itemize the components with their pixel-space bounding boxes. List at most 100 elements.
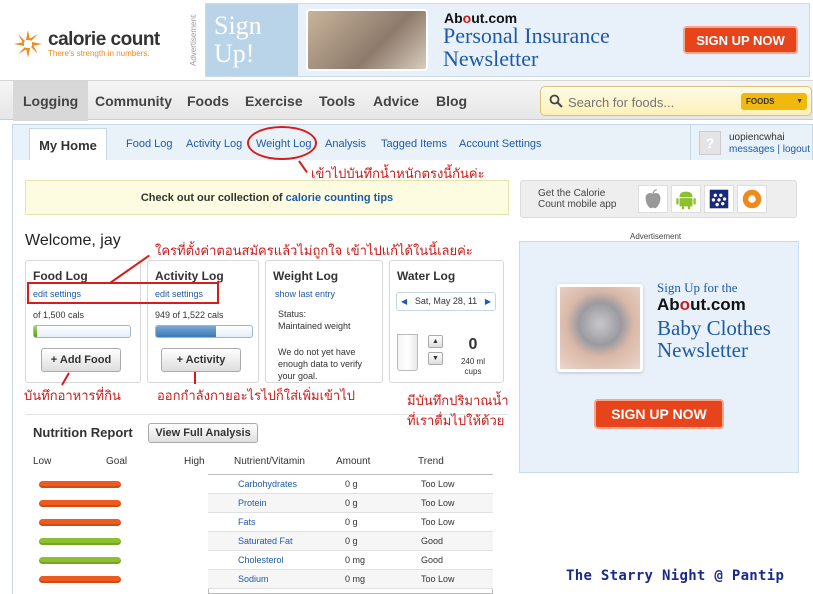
annotation-activity-line xyxy=(194,372,196,384)
calorie-tips-link[interactable]: calorie counting tips xyxy=(286,192,394,204)
nutrient-link[interactable]: Protein xyxy=(238,498,267,508)
nutrient-amount: 0 g xyxy=(345,536,358,546)
annotation-food: บันทึกอาหารที่กิน xyxy=(24,389,121,404)
nutrient-trend: Too Low xyxy=(421,517,455,527)
logo-burst-icon xyxy=(14,30,42,58)
water-date-picker: ◀ Sat, May 28, 11 ▶ xyxy=(396,292,496,311)
mobile-app-promo: Get the Calorie Count mobile app xyxy=(520,180,797,218)
nutrition-bars xyxy=(33,474,209,594)
weight-status-label: Status: xyxy=(278,309,307,319)
tab-activity-log[interactable]: Activity Log xyxy=(186,138,242,150)
logout-link[interactable]: logout xyxy=(783,144,810,155)
chevron-right-icon[interactable]: ▶ xyxy=(485,293,491,310)
tips-banner: Check out our collection of calorie coun… xyxy=(25,180,509,215)
site-header: calorie count There's strength in number… xyxy=(0,0,813,80)
right-ad-signup-button[interactable]: SIGN UP NOW xyxy=(594,399,724,429)
nutrient-link[interactable]: Sodium xyxy=(238,574,269,584)
view-full-analysis-button[interactable]: View Full Analysis xyxy=(148,423,258,443)
watermark: The Starry Night @ Pantip xyxy=(566,568,785,584)
nav-exercise[interactable]: Exercise xyxy=(245,81,303,121)
ad-headline: Personal Insurance Newsletter xyxy=(443,23,610,71)
nutrient-level-bar xyxy=(39,557,121,564)
chevron-left-icon[interactable]: ◀ xyxy=(401,293,407,310)
nutrient-level-bar xyxy=(39,538,121,545)
nutrient-trend: Too Low xyxy=(421,498,455,508)
annotation-activity: ออกกำลังกายอะไรไปก็ใส่เพิ่มเข้าไป xyxy=(157,389,356,404)
water-unit: 240 ml cups xyxy=(460,357,485,376)
nutrient-link[interactable]: Cholesterol xyxy=(238,555,284,565)
ad-sign-up-text: Sign Up for the xyxy=(657,280,738,295)
water-log-title: Water Log xyxy=(397,269,456,283)
ad-signup-button[interactable]: SIGN UP NOW xyxy=(683,26,798,54)
search-icon[interactable] xyxy=(549,94,563,108)
nav-blog[interactable]: Blog xyxy=(436,81,467,121)
chevron-down-icon: ▼ xyxy=(796,98,803,105)
water-increase-button[interactable]: ▲ xyxy=(428,335,443,348)
table-row: Carbohydrates 0 g Too Low xyxy=(208,475,493,494)
add-food-button[interactable]: + Add Food xyxy=(41,348,121,372)
ad-about-logo: About.com xyxy=(657,295,746,314)
weight-note-2: enough data to verify xyxy=(278,359,363,369)
user-name[interactable]: uopiencwhai xyxy=(729,132,785,143)
add-activity-button[interactable]: + Activity xyxy=(161,348,241,372)
apple-icon[interactable] xyxy=(638,185,668,213)
activity-log-card: Activity Log edit settings 949 of 1,522 … xyxy=(147,260,259,383)
nutrient-amount: 0 g xyxy=(345,498,358,508)
table-row: Sodium 0 mg Too Low xyxy=(208,570,493,589)
nutrient-amount: 0 mg xyxy=(345,555,366,565)
food-log-title: Food Log xyxy=(33,269,88,283)
food-progress-text: of 1,500 cals xyxy=(33,310,85,320)
water-glass-icon xyxy=(397,334,418,371)
user-box: ? uopiencwhai messages | logout xyxy=(690,125,813,160)
food-progress-bar xyxy=(33,325,131,338)
activity-progress-text: 949 of 1,522 cals xyxy=(155,310,224,320)
col-trend: Trend xyxy=(418,456,444,467)
tab-food-log[interactable]: Food Log xyxy=(126,138,172,150)
weight-status-value: Maintained weight xyxy=(278,321,351,331)
blackberry-icon[interactable] xyxy=(704,185,734,213)
nutrient-trend: Good xyxy=(421,555,444,565)
tab-my-home[interactable]: My Home xyxy=(29,128,107,162)
tab-analysis[interactable]: Analysis xyxy=(325,138,366,150)
search-box: FOODS ▼ xyxy=(540,86,812,116)
nutrient-trend: Good xyxy=(421,536,444,546)
nav-foods[interactable]: Foods xyxy=(187,81,229,121)
calorie-count-app-icon[interactable] xyxy=(737,185,767,213)
ad-signup-panel: Sign Up! xyxy=(206,4,298,76)
annotation-water-2: ที่เราดื่มไปให้ด้วย xyxy=(407,414,505,429)
water-decrease-button[interactable]: ▼ xyxy=(428,352,443,365)
user-links: messages | logout xyxy=(729,144,810,155)
messages-link[interactable]: messages xyxy=(729,144,775,155)
nutrition-title: Nutrition Report xyxy=(33,425,133,440)
nutrient-amount: 0 g xyxy=(345,517,358,527)
nutrient-level-bar xyxy=(39,519,121,526)
nav-tools[interactable]: Tools xyxy=(319,81,355,121)
activity-progress-fill xyxy=(156,326,216,337)
top-ad-banner[interactable]: Sign Up! About.com Personal Insurance Ne… xyxy=(205,3,810,77)
annotation-rect xyxy=(27,282,219,304)
search-category-select[interactable]: FOODS ▼ xyxy=(741,93,807,110)
nav-community[interactable]: Community xyxy=(95,81,172,121)
tab-tagged-items[interactable]: Tagged Items xyxy=(381,138,447,150)
nutrient-level-bar xyxy=(39,481,121,488)
search-input[interactable] xyxy=(568,93,738,111)
nav-advice[interactable]: Advice xyxy=(373,81,419,121)
nutrient-link[interactable]: Saturated Fat xyxy=(238,536,293,546)
logo-name: calorie count xyxy=(48,28,160,50)
show-last-entry-link[interactable]: show last entry xyxy=(275,289,335,299)
nav-logging[interactable]: Logging xyxy=(13,81,89,121)
nutrient-link[interactable]: Carbohydrates xyxy=(238,479,297,489)
site-logo[interactable]: calorie count There's strength in number… xyxy=(12,28,160,60)
col-goal: Goal xyxy=(106,456,128,467)
right-ad-banner[interactable]: Sign Up for the About.com Baby Clothes N… xyxy=(519,241,799,473)
table-row: Cholesterol 0 mg Good xyxy=(208,551,493,570)
tab-account-settings[interactable]: Account Settings xyxy=(459,138,542,150)
avatar[interactable]: ? xyxy=(699,131,721,155)
food-log-card: Food Log edit settings of 1,500 cals + A… xyxy=(25,260,141,383)
table-row: Protein 0 g Too Low xyxy=(208,494,493,513)
mobile-app-text: Get the Calorie Count mobile app xyxy=(538,188,617,210)
android-icon[interactable] xyxy=(671,185,701,213)
nutrient-link[interactable]: Fats xyxy=(238,517,256,527)
nutrient-trend: Too Low xyxy=(421,574,455,584)
col-high: High xyxy=(184,456,205,467)
